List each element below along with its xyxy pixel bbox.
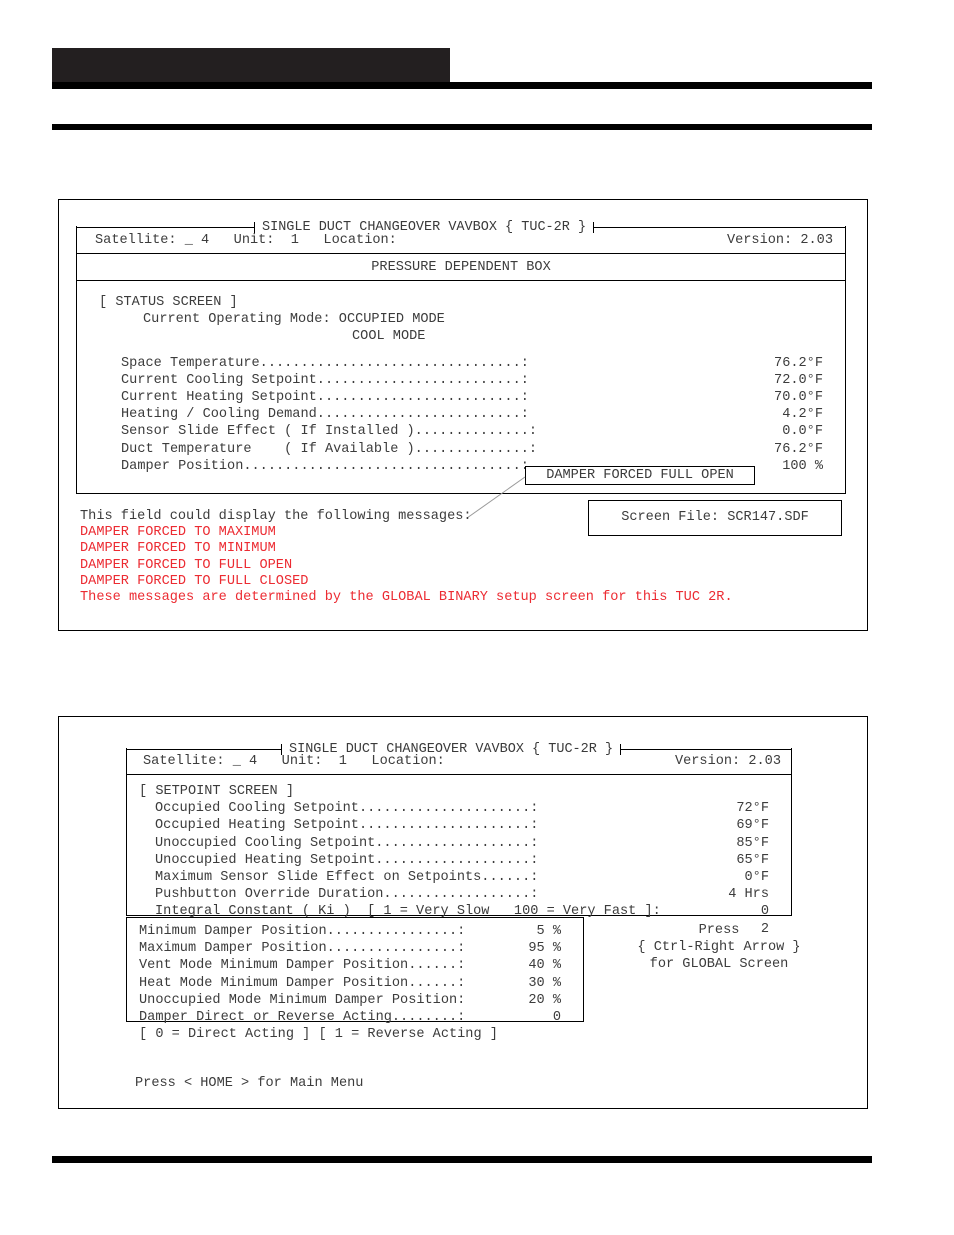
status-figure-panel: SINGLE DUCT CHANGEOVER VAVBOX { TUC-2R }… [58, 199, 868, 631]
footer-rule [52, 1156, 872, 1163]
setpoint-row-label: Unoccupied Cooling Setpoint.............… [155, 835, 539, 851]
note-message: DAMPER FORCED TO FULL CLOSED [80, 573, 309, 589]
setpoint-row: Pushbutton Override Duration............… [127, 886, 791, 903]
setpoint-row-value: 72°F [736, 801, 769, 817]
setpoint-body: [ SETPOINT SCREEN ] Occupied Cooling Set… [127, 775, 791, 938]
damper-row: Damper Direct or Reverse Acting........:… [139, 1009, 583, 1026]
damper-legend: [ 0 = Direct Acting ] [ 1 = Reverse Acti… [139, 1027, 498, 1043]
setpoint-row: Occupied Heating Setpoint...............… [127, 817, 791, 834]
damper-row-value: 0 [544, 1010, 561, 1026]
header-rule-top [52, 82, 872, 89]
setpoint-row-label: Occupied Heating Setpoint...............… [155, 818, 539, 834]
setpoint-row: Occupied Cooling Setpoint...............… [127, 800, 791, 817]
setpoint-row-value: 0 [752, 904, 769, 920]
damper-row-value: 30 % [528, 975, 561, 991]
damper-row: Unoccupied Mode Minimum Damper Position:… [139, 992, 583, 1009]
setpoint-row-label: Occupied Cooling Setpoint...............… [155, 801, 539, 817]
damper-rows: Minimum Damper Position................:… [127, 918, 583, 1026]
note-footer: These messages are determined by the GLO… [80, 590, 733, 606]
press-hint-line-3: for GLOBAL Screen [649, 957, 789, 973]
setpoint-row-value: 85°F [736, 835, 769, 851]
damper-row-value: 95 % [528, 941, 561, 957]
header-rule-bottom [52, 124, 872, 130]
damper-row-label: Damper Direct or Reverse Acting........: [139, 1010, 466, 1026]
damper-row: Minimum Damper Position................:… [139, 923, 583, 940]
note-messages: DAMPER FORCED TO MAXIMUM DAMPER FORCED TO… [80, 525, 870, 590]
setpoint-row-value: 4 Hrs [720, 887, 769, 903]
home-menu-hint: Press < HOME > for Main Menu [135, 1076, 364, 1091]
press-hint-line-1: Press [698, 923, 740, 938]
setpoint-satellite-text: Satellite: _ 4 Unit: 1 Location: [143, 754, 445, 769]
note-message: DAMPER FORCED TO FULL OPEN [80, 557, 293, 573]
setpoint-figure-panel: SINGLE DUCT CHANGEOVER VAVBOX { TUC-2R }… [58, 716, 868, 1109]
damper-row-value: 20 % [528, 992, 561, 1008]
damper-settings-box: Minimum Damper Position................:… [126, 917, 584, 1042]
damper-row-value: 40 % [528, 958, 561, 974]
damper-row-label: Minimum Damper Position................: [139, 924, 466, 939]
setpoint-row-label: Pushbutton Override Duration............… [155, 887, 539, 903]
setpoint-row: Unoccupied Heating Setpoint.............… [127, 852, 791, 869]
setpoint-row-value: 0°F [736, 870, 769, 886]
setpoint-row-value: 69°F [736, 818, 769, 834]
header-black-block [52, 48, 450, 82]
note-message: DAMPER FORCED TO MINIMUM [80, 541, 276, 557]
note-intro: This field could display the following m… [80, 509, 472, 524]
damper-row-label: Vent Mode Minimum Damper Position......: [139, 958, 466, 974]
damper-row: Heat Mode Minimum Damper Position......:… [139, 975, 583, 992]
document-page: SINGLE DUCT CHANGEOVER VAVBOX { TUC-2R }… [0, 0, 954, 1235]
damper-row: Vent Mode Minimum Damper Position......:… [139, 957, 583, 974]
setpoint-version-text: Version: 2.03 [674, 754, 781, 769]
status-note-block: This field could display the following m… [80, 509, 870, 606]
setpoint-satellite-row: Satellite: _ 4 Unit: 1 Location: Version… [127, 749, 791, 775]
note-message: DAMPER FORCED TO MAXIMUM [80, 525, 276, 541]
setpoint-row: Maximum Sensor Slide Effect on Setpoints… [127, 869, 791, 886]
setpoint-row-value: 65°F [736, 852, 769, 868]
setpoint-screen-label: [ SETPOINT SCREEN ] [139, 784, 294, 799]
press-global-hint: Press { Ctrl-Right Arrow } for GLOBAL Sc… [604, 922, 834, 974]
setpoint-row-label: Maximum Sensor Slide Effect on Setpoints… [155, 870, 539, 886]
damper-row-label: Maximum Damper Position................: [139, 941, 466, 957]
press-hint-line-2: { Ctrl-Right Arrow } [637, 940, 801, 956]
damper-row-label: Heat Mode Minimum Damper Position......: [139, 975, 466, 991]
damper-row-label: Unoccupied Mode Minimum Damper Position: [139, 992, 466, 1008]
damper-row: Maximum Damper Position................:… [139, 940, 583, 957]
setpoint-row-label: Unoccupied Heating Setpoint.............… [155, 852, 539, 868]
setpoint-row: Unoccupied Cooling Setpoint.............… [127, 835, 791, 852]
damper-row-value: 5 % [528, 924, 561, 939]
